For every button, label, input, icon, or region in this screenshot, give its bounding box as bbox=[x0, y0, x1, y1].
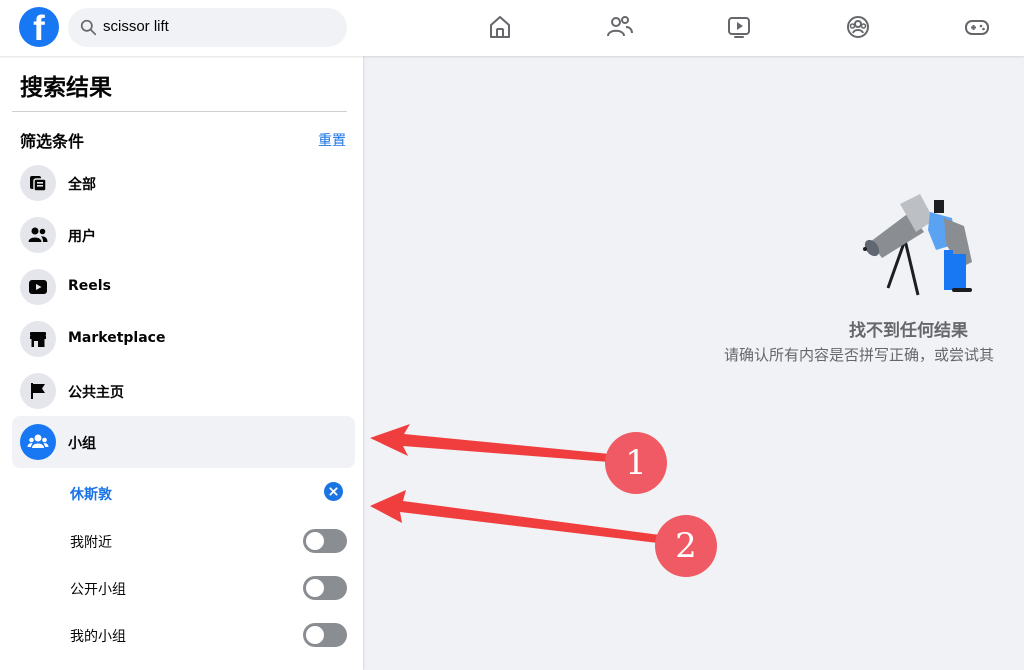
annotation-badge-1: 1 bbox=[605, 432, 667, 494]
annotation-arrow-2 bbox=[370, 490, 660, 543]
annotation-badge-2: 2 bbox=[655, 515, 717, 577]
annotation-overlay bbox=[370, 424, 660, 543]
annotation-arrow-1 bbox=[370, 424, 610, 462]
